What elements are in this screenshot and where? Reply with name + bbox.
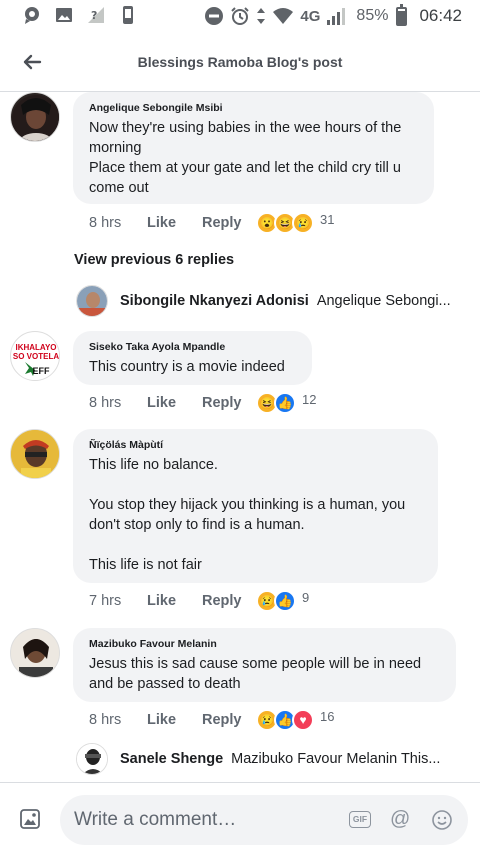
reaction-summary[interactable]: 😮 😆 😢 31 [256, 212, 334, 234]
comment-composer: Write a comment… GIF @ [0, 782, 480, 854]
badge-line-2: SO VOTELA [13, 352, 59, 361]
status-left-icons: ? [22, 5, 138, 25]
comment-time[interactable]: 7 hrs [89, 593, 147, 609]
like-button[interactable]: Like [147, 215, 202, 231]
status-bar: ? 4G 85% 06:42 [0, 0, 480, 34]
comment-actions: 7 hrs Like Reply 😢 👍 9 [89, 590, 309, 612]
comment-author[interactable]: Angelique Sebongile Msibi [89, 102, 418, 114]
avatar[interactable]: IKHALAYO SO VOTELA EFF [10, 331, 60, 381]
comment-text: Now they're using babies in the wee hour… [89, 120, 402, 196]
status-right-icons: 4G 85% 06:42 [204, 3, 462, 26]
comment-text: This life no balance. You stop they hija… [89, 457, 406, 573]
comment-actions: 8 hrs Like Reply 😮 😆 😢 31 [89, 212, 334, 234]
comment-bubble[interactable]: Angelique Sebongile Msibi Now they're us… [73, 92, 434, 204]
comment-actions: 8 hrs Like Reply 😆 👍 12 [89, 392, 316, 414]
comment-time[interactable]: 8 hrs [89, 712, 147, 728]
reply-button[interactable]: Reply [202, 215, 256, 231]
like-button[interactable]: Like [147, 593, 202, 609]
battery-percent: 85% [356, 7, 389, 24]
avatar [76, 743, 108, 775]
avatar[interactable] [10, 628, 60, 678]
reply-button[interactable]: Reply [202, 712, 256, 728]
avatar[interactable] [10, 92, 60, 142]
reaction-count: 16 [320, 708, 335, 724]
do-not-disturb-icon [205, 7, 224, 25]
reply-button[interactable]: Reply [202, 395, 256, 411]
reaction-summary[interactable]: 😢 👍 9 [256, 590, 309, 612]
battery-fill [398, 10, 406, 24]
reply-text: Mazibuko Favour Melanin This... [231, 751, 441, 767]
post-header: Blessings Ramoba Blog's post [0, 34, 480, 92]
reply-author: Sibongile Nkanyezi Adonisi [120, 293, 309, 309]
reaction-summary[interactable]: 😆 👍 12 [256, 392, 316, 414]
data-arrows-icon [257, 8, 266, 24]
comment-text: This country is a movie indeed [89, 359, 285, 375]
mention-button[interactable]: @ [390, 808, 410, 831]
comment-time[interactable]: 8 hrs [89, 395, 147, 411]
reaction-count: 12 [302, 391, 317, 407]
reply-preview[interactable]: Sibongile Nkanyezi Adonisi Angelique Seb… [76, 285, 451, 317]
reaction-count: 31 [320, 211, 335, 227]
comment-actions: 8 hrs Like Reply 😢 👍 ♥ 16 [89, 709, 334, 731]
wifi-icon [273, 8, 294, 24]
reaction-count: 9 [302, 589, 310, 605]
like-reaction-icon: 👍 [274, 392, 296, 414]
emoji-icon[interactable] [431, 809, 453, 831]
view-previous-replies[interactable]: View previous 6 replies [74, 252, 234, 268]
like-button[interactable]: Like [147, 712, 202, 728]
comment-bubble[interactable]: Siseko Taka Ayola Mpandle This country i… [73, 331, 312, 385]
love-reaction-icon: ♥ [292, 709, 314, 731]
comment-text: Jesus this is sad cause some people will… [89, 656, 422, 692]
reply-text: Angelique Sebongi... [316, 293, 451, 309]
comment-time[interactable]: 8 hrs [89, 215, 147, 231]
cell-signal-icon [327, 8, 346, 25]
comment-bubble[interactable]: Ñïçölás Màpùtí This life no balance. You… [73, 429, 438, 583]
phone-icon [123, 6, 133, 24]
avatar[interactable] [10, 429, 60, 479]
reaction-summary[interactable]: 😢 👍 ♥ 16 [256, 709, 334, 731]
svg-text:?: ? [91, 9, 97, 22]
reply-button[interactable]: Reply [202, 593, 256, 609]
comment-bubble[interactable]: Mazibuko Favour Melanin Jesus this is sa… [73, 628, 456, 702]
reply-author: Sanele Shenge [120, 751, 224, 767]
badge-line-1: IKHALAYO [15, 343, 56, 352]
like-reaction-icon: 👍 [274, 590, 296, 612]
comment-author[interactable]: Siseko Taka Ayola Mpandle [89, 341, 296, 353]
comment-author[interactable]: Mazibuko Favour Melanin [89, 638, 440, 650]
chat-bubble-icon [25, 7, 39, 24]
photo-icon[interactable] [18, 807, 42, 831]
network-type: 4G [300, 7, 321, 25]
avatar [76, 285, 108, 317]
gif-button[interactable]: GIF [349, 811, 371, 828]
signal-question-icon: ? [88, 7, 104, 23]
reply-preview[interactable]: Sanele Shenge Mazibuko Favour Melanin Th… [76, 743, 440, 775]
page-title: Blessings Ramoba Blog's post [137, 54, 343, 70]
comment-author[interactable]: Ñïçölás Màpùtí [89, 439, 422, 451]
battery-icon [396, 3, 408, 26]
like-button[interactable]: Like [147, 395, 202, 411]
clock: 06:42 [419, 6, 462, 25]
alarm-icon [231, 7, 250, 25]
badge-line-3: EFF [33, 366, 51, 376]
sad-reaction-icon: 😢 [292, 212, 314, 234]
gallery-icon [56, 8, 72, 22]
